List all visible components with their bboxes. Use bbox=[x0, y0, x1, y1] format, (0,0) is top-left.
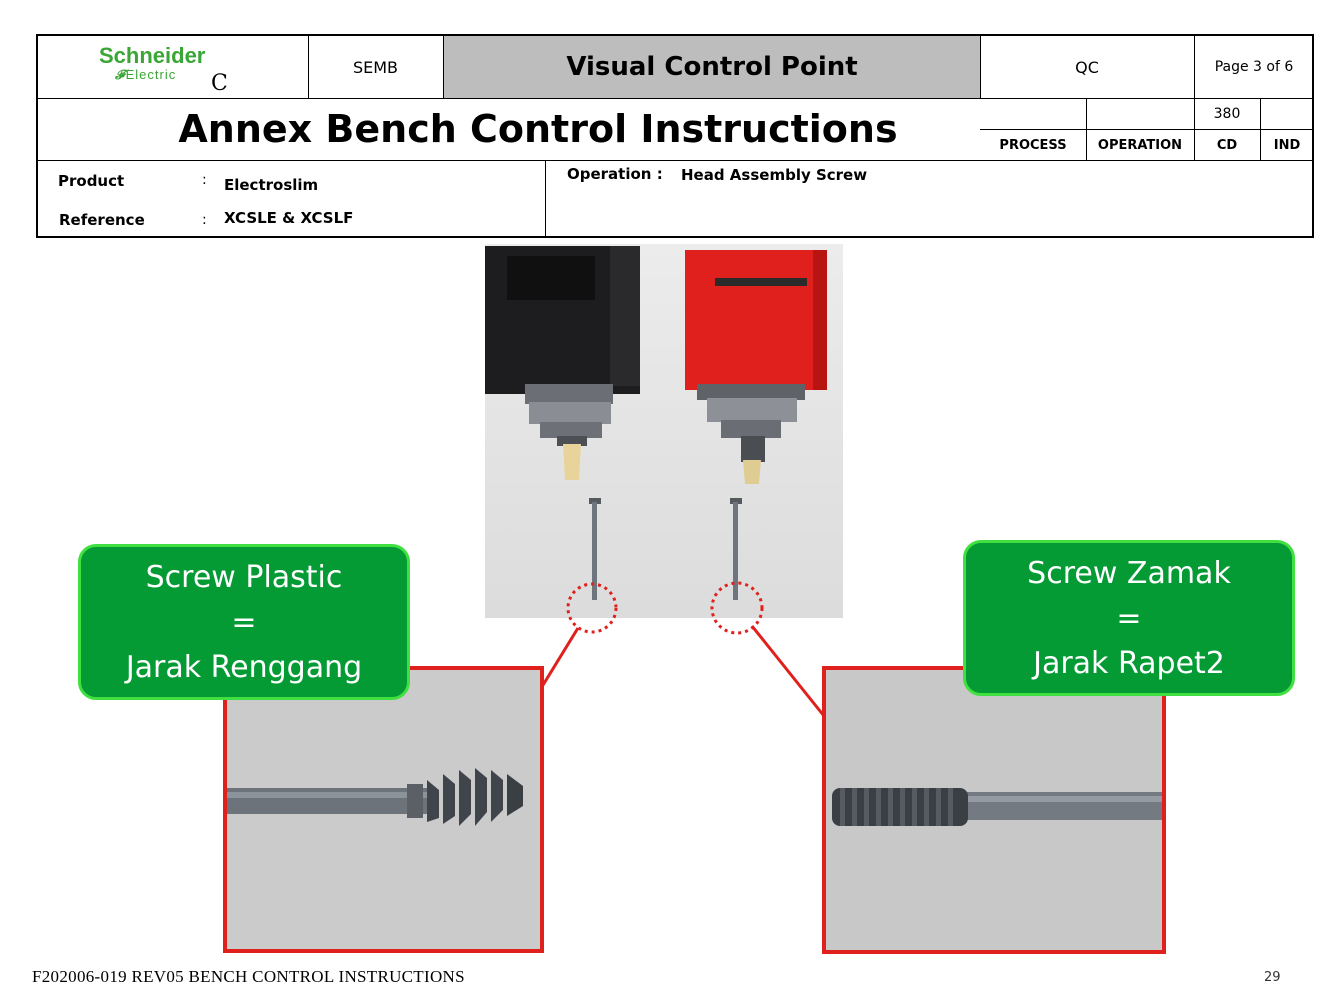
highlight-circle-left bbox=[566, 582, 618, 634]
detail-photo-zamak bbox=[822, 666, 1166, 954]
callout-left-line2: = bbox=[231, 604, 257, 640]
footer-doc-code: F202006-019 REV05 BENCH CONTROL INSTRUCT… bbox=[32, 967, 465, 986]
callout-screw-zamak: Screw Zamak = Jarak Rapet2 bbox=[963, 540, 1295, 696]
detail-photo-plastic bbox=[223, 666, 544, 953]
plastic-screw-closeup bbox=[227, 670, 540, 949]
callout-right-line2: = bbox=[1116, 600, 1142, 636]
callout-right-line1: Screw Zamak bbox=[1027, 555, 1231, 591]
callout-right-line3: Jarak Rapet2 bbox=[1033, 645, 1225, 681]
highlight-circle-right bbox=[710, 581, 764, 635]
callout-screw-plastic: Screw Plastic = Jarak Renggang bbox=[78, 544, 410, 700]
footer-page-number: 29 bbox=[1264, 970, 1281, 985]
zamak-screw-closeup bbox=[826, 670, 1162, 950]
callout-left-line1: Screw Plastic bbox=[145, 559, 343, 595]
callout-left-line3: Jarak Renggang bbox=[125, 649, 363, 685]
